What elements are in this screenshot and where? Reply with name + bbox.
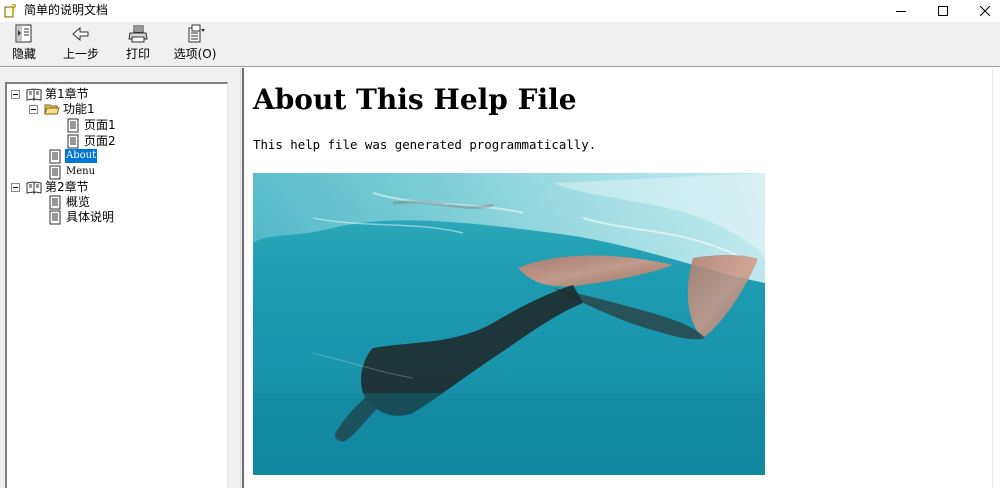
options-button[interactable]: 选项(O): [170, 24, 220, 64]
page-paragraph: This help file was generated programmati…: [253, 137, 597, 152]
tree-item-label: 第2章节: [45, 180, 89, 194]
collapse-toggle-icon[interactable]: [11, 89, 20, 99]
contents-tree: 第1章节 功能1 页面1 页面2 About Menu 第2章节 概览 具体说明: [7, 84, 227, 488]
page-title: About This Help File: [253, 83, 577, 116]
tree-item-chapter2[interactable]: 第2章节: [11, 179, 90, 195]
contents-tree-box: 第1章节 功能1 页面1 页面2 About Menu 第2章节 概览 具体说明: [5, 82, 228, 488]
svg-text:?: ?: [11, 3, 17, 14]
tree-item-about[interactable]: About: [47, 148, 98, 164]
tree-item-label: 概览: [66, 195, 91, 209]
collapse-toggle-icon[interactable]: [29, 104, 38, 114]
tree-item-feature1[interactable]: 功能1: [29, 101, 96, 117]
tree-item-chapter1[interactable]: 第1章节: [11, 86, 90, 102]
page-document-icon: [49, 210, 61, 224]
tree-item-label-selected: About: [65, 149, 98, 163]
options-label: 选项(O): [173, 47, 217, 61]
maximize-button[interactable]: [920, 0, 966, 22]
title-bar: ? 简单的说明文档: [0, 0, 1000, 22]
open-book-icon: [26, 87, 42, 101]
tree-item-label: 页面1: [84, 118, 116, 132]
tree-item-label: 功能1: [63, 102, 95, 116]
underwater-swimmer-image: [253, 173, 765, 475]
tree-item-page2[interactable]: 页面2: [65, 133, 117, 149]
content-pane: About This Help File This help file was …: [244, 68, 992, 488]
tree-item-page1[interactable]: 页面1: [65, 117, 117, 133]
arrow-left-icon: [72, 26, 89, 42]
page-document-icon: [49, 165, 61, 179]
tree-item-details[interactable]: 具体说明: [47, 209, 115, 225]
print-button[interactable]: 打印: [121, 24, 155, 64]
back-label: 上一步: [62, 47, 99, 61]
navigation-pane: 第1章节 功能1 页面1 页面2 About Menu 第2章节 概览 具体说明: [0, 68, 240, 488]
tree-item-label: 第1章节: [45, 87, 89, 101]
printer-icon: [128, 25, 148, 43]
maximize-icon: [938, 6, 948, 16]
page-document-icon: [49, 195, 61, 209]
close-icon: [980, 6, 990, 16]
minimize-button[interactable]: [878, 0, 924, 22]
content-scrollbar[interactable]: [992, 68, 1000, 488]
minimize-icon: [896, 11, 906, 12]
tree-item-menu[interactable]: Menu: [47, 164, 96, 180]
open-folder-icon: [44, 104, 60, 114]
toolbar: 隐藏 上一步 打印 选项(O): [0, 22, 1000, 66]
help-book-question-icon: ?: [4, 3, 17, 18]
tree-item-label: Menu: [66, 166, 96, 177]
collapse-toggle-icon[interactable]: [11, 182, 20, 192]
print-label: 打印: [125, 47, 150, 61]
options-dropdown-icon: [188, 24, 205, 43]
hide-button[interactable]: 隐藏: [8, 24, 40, 64]
hide-label: 隐藏: [11, 47, 36, 61]
page-document-icon: [49, 149, 61, 163]
hide-pane-icon: [15, 24, 32, 43]
open-book-icon: [26, 180, 42, 194]
back-button[interactable]: 上一步: [60, 24, 102, 64]
tree-item-overview[interactable]: 概览: [47, 194, 91, 210]
window-title: 简单的说明文档: [24, 3, 109, 17]
tree-item-label: 页面2: [84, 134, 116, 148]
close-button[interactable]: [962, 0, 1000, 22]
page-document-icon: [67, 118, 79, 132]
page-document-icon: [67, 134, 79, 148]
tree-item-label: 具体说明: [66, 210, 115, 224]
